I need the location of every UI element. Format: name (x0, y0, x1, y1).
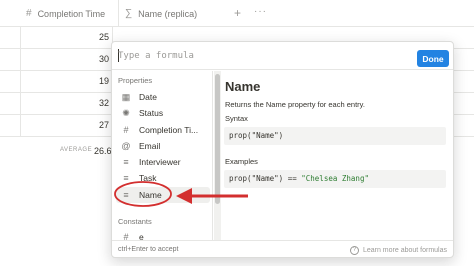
sidebar-item-constant-e[interactable]: # e (116, 229, 210, 240)
sidebar-item-email[interactable]: @ Email (116, 138, 210, 154)
column-label: Completion Time (37, 8, 106, 19)
sidebar-item-label: Date (139, 92, 157, 102)
cell-completion-time: 27 (98, 120, 109, 130)
done-button[interactable]: Done (417, 50, 449, 67)
sidebar-item-completion-time[interactable]: # Completion Ti... (116, 122, 210, 138)
scrollbar-thumb[interactable] (215, 74, 220, 204)
formula-bar: Done (112, 42, 453, 70)
formula-icon: ∑ (125, 8, 133, 19)
status-icon: ✺ (122, 107, 130, 118)
formula-sidebar: Properties ▦ Date ✺ Status # Completion … (112, 71, 213, 240)
formula-input[interactable] (118, 47, 408, 65)
column-header-name-replica[interactable]: ∑ Name (replica) (118, 0, 228, 27)
sidebar-item-interviewer[interactable]: ≡ Interviewer (116, 154, 210, 170)
properties-section-label: Properties (118, 76, 153, 85)
example-code-string: "Chelsea Zhang" (301, 174, 369, 183)
number-icon: # (123, 125, 129, 135)
formula-footer: ctrl+Enter to accept ? Learn more about … (112, 240, 453, 257)
sidebar-item-label: Task (139, 173, 157, 183)
example-code-block: prop("Name") == "Chelsea Zhang" (224, 170, 446, 188)
sidebar-item-name[interactable]: ≡ Name (116, 187, 210, 203)
sidebar-scrollbar[interactable] (214, 71, 221, 240)
column-header-completion-time[interactable]: # Completion Time (26, 0, 116, 27)
syntax-label: Syntax (225, 114, 248, 123)
sidebar-item-label: e (139, 232, 144, 240)
calendar-icon: ▦ (121, 91, 131, 102)
question-circle-icon: ? (349, 246, 359, 255)
sidebar-item-status[interactable]: ✺ Status (116, 105, 210, 121)
email-icon: @ (121, 141, 131, 151)
add-column-button[interactable]: + (234, 6, 241, 20)
formula-detail-panel: Name Returns the Name property for each … (222, 71, 453, 240)
formula-editor-popup: Done Properties ▦ Date ✺ Status # Comple… (111, 41, 454, 258)
sidebar-item-label: Completion Ti... (139, 125, 199, 135)
detail-description: Returns the Name property for each entry… (225, 100, 365, 109)
syntax-code-block: prop("Name") (224, 127, 446, 145)
learn-more-label: Learn more about formulas (362, 247, 447, 254)
keyboard-hint: ctrl+Enter to accept (118, 246, 179, 253)
example-code-prefix: prop("Name") == (229, 174, 302, 183)
table-header: # Completion Time ∑ Name (replica) + ··· (0, 0, 474, 27)
example-code: prop("Name") == "Chelsea Zhang" (229, 174, 369, 183)
cell-completion-time: 25 (98, 32, 109, 42)
average-label: AVERAGE (60, 147, 93, 153)
sidebar-item-task[interactable]: ≡ Task (116, 170, 210, 186)
number-icon: # (123, 232, 129, 240)
average-value[interactable]: 26.6 (94, 146, 112, 156)
number-icon: # (26, 8, 32, 19)
sidebar-item-label: Name (139, 190, 162, 200)
sidebar-item-label: Interviewer (139, 157, 181, 167)
constants-section-label: Constants (118, 217, 152, 226)
learn-more-link[interactable]: ? Learn more about formulas (349, 246, 447, 255)
cell-completion-time: 19 (98, 76, 109, 86)
cell-completion-time: 32 (98, 98, 109, 108)
syntax-code: prop("Name") (229, 131, 284, 140)
sidebar-item-label: Email (139, 141, 161, 151)
examples-label: Examples (225, 157, 258, 166)
text-icon: ≡ (123, 190, 129, 200)
column-label: Name (replica) (138, 8, 198, 19)
text-icon: ≡ (123, 157, 129, 167)
text-icon: ≡ (123, 173, 129, 183)
cell-completion-time: 30 (98, 54, 109, 64)
sidebar-item-date[interactable]: ▦ Date (116, 89, 210, 105)
detail-title: Name (225, 79, 261, 94)
more-options-button[interactable]: ··· (254, 6, 267, 17)
sidebar-item-label: Status (139, 108, 164, 118)
